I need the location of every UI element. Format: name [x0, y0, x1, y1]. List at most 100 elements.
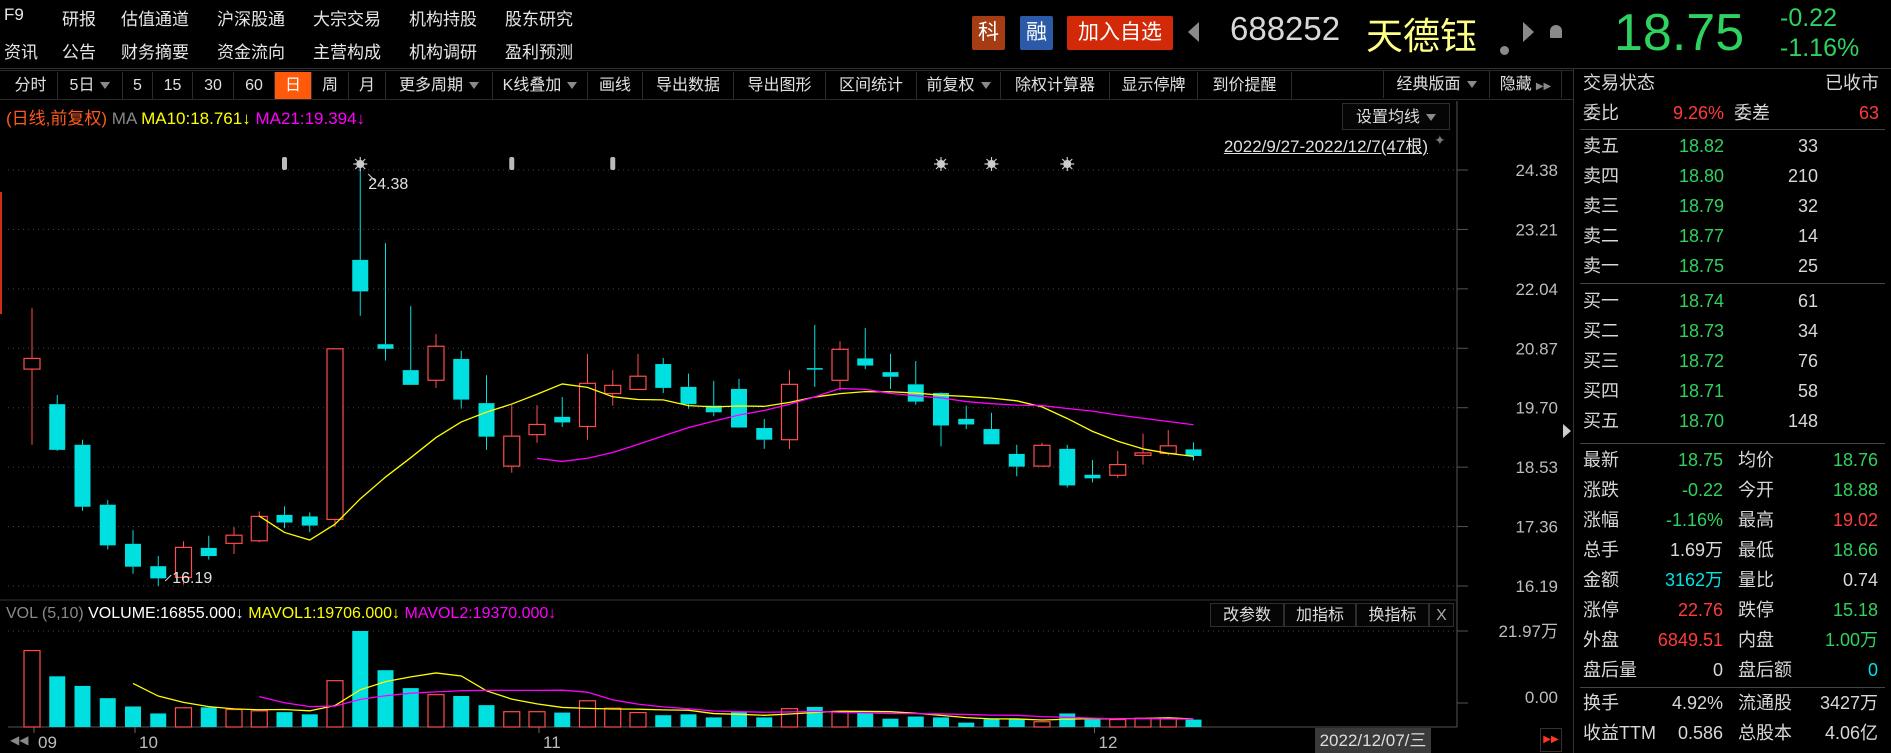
candle-down [478, 403, 495, 437]
price-tick-label: 22.04 [1515, 280, 1558, 299]
price-tick-label: 18.53 [1515, 458, 1558, 477]
price-tick-label: 17.36 [1515, 518, 1558, 537]
volume-bar-up [250, 710, 268, 728]
volume-bar-down [49, 676, 66, 727]
stat-value: 22.76 [1677, 600, 1723, 620]
stat-value: 18.66 [1832, 540, 1878, 560]
price-tick-label: 20.87 [1515, 339, 1558, 358]
stat-label: 今开 [1738, 480, 1774, 500]
volume-bar-down [756, 717, 773, 727]
stat-row: 涨幅 -1.16% 最高 19.02 [1583, 506, 1879, 534]
volume-bar-down [301, 714, 318, 727]
candle-up [326, 348, 344, 521]
panel-separator [1580, 129, 1885, 130]
candle-up [528, 423, 546, 436]
volume-bar-down [680, 714, 697, 727]
current-date-label: 2022/12/07/三 [1315, 728, 1431, 753]
ask-label: 卖五 [1583, 136, 1619, 156]
stat-label: 最低 [1738, 540, 1774, 560]
candle-down [983, 429, 1000, 445]
candle-down [49, 404, 66, 450]
volume-bar-down [478, 705, 495, 727]
volume-bar-up [578, 700, 597, 728]
kline-chart[interactable]: 24.38 23.21 22.04 20.87 19.70 18.53 17.36 16.19… [0, 0, 1574, 753]
volume-bar-up [1033, 721, 1051, 728]
bid-price: 18.72 [1678, 351, 1724, 371]
stat-label: 最新 [1583, 450, 1619, 470]
volume-bar-down [554, 712, 571, 727]
ask-row: 卖二 18.77 14 [1583, 222, 1879, 250]
stat-label: 最高 [1738, 510, 1774, 530]
volume-bar-down [933, 717, 949, 727]
candle-up [23, 357, 41, 370]
bid-price: 18.71 [1678, 381, 1724, 401]
ask-qty: 32 [1797, 196, 1818, 216]
stat-label: 外盘 [1583, 630, 1619, 650]
candle-down [402, 370, 419, 385]
panel-separator [1580, 283, 1885, 284]
volume-bar-up [1134, 717, 1152, 728]
volume-bar-down [655, 715, 672, 727]
volume-bar-down [806, 706, 823, 727]
candle-up [225, 534, 243, 544]
add-indicator-button[interactable]: 加指标 [1284, 603, 1356, 627]
event-info-icon [509, 157, 515, 170]
stat-row: 总手 1.69万 最低 18.66 [1583, 536, 1879, 564]
extra-value: 4.92% [1671, 693, 1723, 713]
volume-bar-down [1008, 719, 1025, 727]
volume-bar-down [857, 713, 874, 727]
volume-bar-down [983, 719, 1000, 727]
stat-label: 金额 [1583, 570, 1619, 590]
stat-value: 1.69万 [1669, 540, 1723, 560]
stat-value: 6849.51 [1657, 630, 1723, 650]
price-change-percent: -1.16% [1780, 34, 1860, 62]
stat-row: 涨跌 -0.22 今开 18.88 [1583, 476, 1879, 504]
close-indicator-icon[interactable]: X [1429, 603, 1454, 627]
volume-bar-down [352, 631, 369, 727]
scroll-right-icon[interactable]: ▶▶ [1540, 728, 1562, 752]
scroll-left-icon[interactable]: ◀◀ [10, 733, 28, 747]
mavol2-line [259, 689, 1194, 720]
ask-qty: 25 [1797, 256, 1818, 276]
trade-status-row: 交易状态 已收市 [1583, 69, 1879, 97]
low-price-annotation: 16.19 [172, 570, 212, 587]
volume-bar-down [276, 712, 293, 727]
extra-value: 4.06亿 [1824, 723, 1878, 743]
stat-value: -0.22 [1681, 480, 1723, 500]
volume-bar-up [503, 711, 521, 728]
bid-price: 18.73 [1678, 321, 1724, 341]
ask-qty: 33 [1797, 136, 1818, 156]
ask-price: 18.75 [1678, 256, 1724, 276]
stat-label: 均价 [1738, 450, 1774, 470]
stat-row: 盘后量 0 盘后额 0 [1583, 656, 1879, 684]
extra-label: 总股本 [1738, 723, 1792, 743]
stat-value: 18.88 [1832, 480, 1878, 500]
bid-qty: 76 [1797, 351, 1818, 371]
bid-qty: 58 [1797, 381, 1818, 401]
candle-down [680, 386, 697, 405]
bid-label: 买五 [1583, 411, 1619, 431]
stat-value: 0 [1867, 660, 1878, 680]
volume-bar-down [705, 717, 722, 727]
switch-indicator-button[interactable]: 换指标 [1356, 603, 1429, 627]
ask-qty: 210 [1787, 166, 1818, 186]
volume-bar-down [377, 670, 394, 727]
volume-bar-down [958, 722, 975, 727]
bid-label: 买一 [1583, 291, 1619, 311]
candle-down [200, 547, 217, 557]
ask-label: 卖四 [1583, 166, 1619, 186]
event-info-icon [282, 157, 287, 170]
bid-row: 买五 18.70 148 [1583, 407, 1879, 435]
change-params-button[interactable]: 改参数 [1210, 603, 1284, 627]
stat-label: 跌停 [1738, 600, 1774, 620]
price-tick-label: 16.19 [1515, 577, 1558, 596]
wb-value: 9.26% [1672, 103, 1724, 123]
stat-value: 0.74 [1842, 570, 1878, 590]
expand-panel-icon[interactable] [1563, 424, 1571, 438]
candle-up [629, 375, 647, 391]
extra-label: 收益TTM [1583, 723, 1656, 743]
candle-down [882, 372, 899, 377]
volume-bar-down [453, 695, 470, 727]
volume-tick-label: 21.97万 [1498, 622, 1558, 641]
candle-up [1134, 452, 1152, 457]
